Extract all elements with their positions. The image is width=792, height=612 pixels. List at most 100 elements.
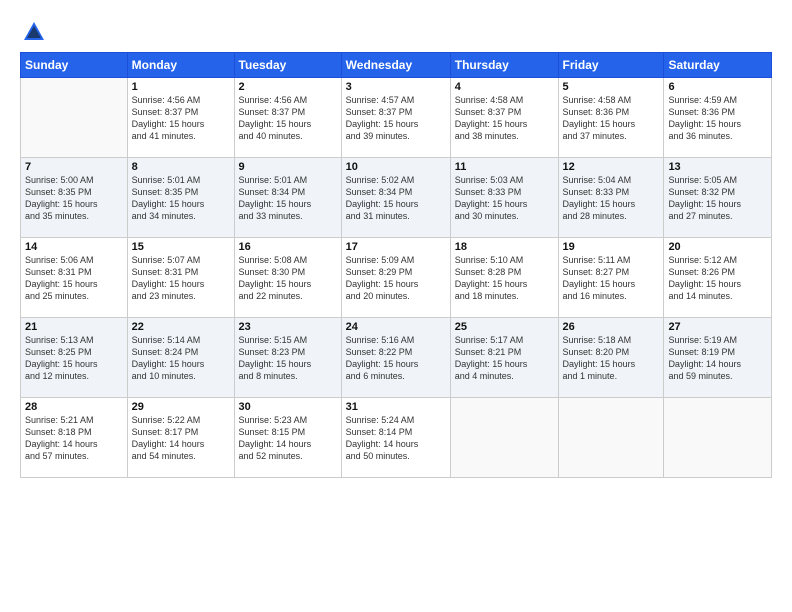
day-number: 30 [239,401,337,413]
day-number: 25 [455,321,554,333]
day-number: 26 [563,321,660,333]
cell-content: Sunrise: 5:17 AM Sunset: 8:21 PM Dayligh… [455,334,554,383]
cell-content: Sunrise: 5:05 AM Sunset: 8:32 PM Dayligh… [668,174,767,223]
calendar-week-row: 21Sunrise: 5:13 AM Sunset: 8:25 PM Dayli… [21,318,772,398]
calendar-week-row: 14Sunrise: 5:06 AM Sunset: 8:31 PM Dayli… [21,238,772,318]
day-number: 28 [25,401,123,413]
calendar-cell: 4Sunrise: 4:58 AM Sunset: 8:37 PM Daylig… [450,78,558,158]
day-number: 11 [455,161,554,173]
day-number: 23 [239,321,337,333]
day-number: 17 [346,241,446,253]
calendar-cell: 11Sunrise: 5:03 AM Sunset: 8:33 PM Dayli… [450,158,558,238]
calendar-cell: 22Sunrise: 5:14 AM Sunset: 8:24 PM Dayli… [127,318,234,398]
calendar-cell: 1Sunrise: 4:56 AM Sunset: 8:37 PM Daylig… [127,78,234,158]
calendar-cell: 19Sunrise: 5:11 AM Sunset: 8:27 PM Dayli… [558,238,664,318]
calendar-cell: 10Sunrise: 5:02 AM Sunset: 8:34 PM Dayli… [341,158,450,238]
calendar-cell: 13Sunrise: 5:05 AM Sunset: 8:32 PM Dayli… [664,158,772,238]
logo-icon [20,18,48,46]
day-number: 19 [563,241,660,253]
cell-content: Sunrise: 5:13 AM Sunset: 8:25 PM Dayligh… [25,334,123,383]
day-number: 15 [132,241,230,253]
cell-content: Sunrise: 4:56 AM Sunset: 8:37 PM Dayligh… [132,94,230,143]
day-number: 24 [346,321,446,333]
cell-content: Sunrise: 5:19 AM Sunset: 8:19 PM Dayligh… [668,334,767,383]
cell-content: Sunrise: 5:23 AM Sunset: 8:15 PM Dayligh… [239,414,337,463]
day-number: 6 [668,81,767,93]
logo [20,18,52,46]
day-number: 27 [668,321,767,333]
calendar-cell [450,398,558,478]
cell-content: Sunrise: 5:04 AM Sunset: 8:33 PM Dayligh… [563,174,660,223]
day-number: 12 [563,161,660,173]
day-number: 3 [346,81,446,93]
calendar-cell: 31Sunrise: 5:24 AM Sunset: 8:14 PM Dayli… [341,398,450,478]
calendar-cell: 7Sunrise: 5:00 AM Sunset: 8:35 PM Daylig… [21,158,128,238]
calendar-cell: 18Sunrise: 5:10 AM Sunset: 8:28 PM Dayli… [450,238,558,318]
calendar-cell: 6Sunrise: 4:59 AM Sunset: 8:36 PM Daylig… [664,78,772,158]
calendar-cell: 20Sunrise: 5:12 AM Sunset: 8:26 PM Dayli… [664,238,772,318]
day-number: 31 [346,401,446,413]
calendar-cell: 5Sunrise: 4:58 AM Sunset: 8:36 PM Daylig… [558,78,664,158]
calendar-week-row: 1Sunrise: 4:56 AM Sunset: 8:37 PM Daylig… [21,78,772,158]
cell-content: Sunrise: 5:01 AM Sunset: 8:35 PM Dayligh… [132,174,230,223]
day-number: 8 [132,161,230,173]
cell-content: Sunrise: 5:00 AM Sunset: 8:35 PM Dayligh… [25,174,123,223]
day-number: 20 [668,241,767,253]
cell-content: Sunrise: 5:02 AM Sunset: 8:34 PM Dayligh… [346,174,446,223]
weekday-header-saturday: Saturday [664,53,772,78]
day-number: 5 [563,81,660,93]
weekday-header-sunday: Sunday [21,53,128,78]
cell-content: Sunrise: 5:01 AM Sunset: 8:34 PM Dayligh… [239,174,337,223]
day-number: 22 [132,321,230,333]
day-number: 16 [239,241,337,253]
cell-content: Sunrise: 5:22 AM Sunset: 8:17 PM Dayligh… [132,414,230,463]
day-number: 18 [455,241,554,253]
cell-content: Sunrise: 4:58 AM Sunset: 8:37 PM Dayligh… [455,94,554,143]
cell-content: Sunrise: 5:15 AM Sunset: 8:23 PM Dayligh… [239,334,337,383]
calendar-cell: 24Sunrise: 5:16 AM Sunset: 8:22 PM Dayli… [341,318,450,398]
calendar-cell: 29Sunrise: 5:22 AM Sunset: 8:17 PM Dayli… [127,398,234,478]
day-number: 4 [455,81,554,93]
cell-content: Sunrise: 5:14 AM Sunset: 8:24 PM Dayligh… [132,334,230,383]
calendar: SundayMondayTuesdayWednesdayThursdayFrid… [20,52,772,478]
calendar-cell: 30Sunrise: 5:23 AM Sunset: 8:15 PM Dayli… [234,398,341,478]
calendar-cell: 14Sunrise: 5:06 AM Sunset: 8:31 PM Dayli… [21,238,128,318]
weekday-header-friday: Friday [558,53,664,78]
calendar-cell: 17Sunrise: 5:09 AM Sunset: 8:29 PM Dayli… [341,238,450,318]
cell-content: Sunrise: 5:12 AM Sunset: 8:26 PM Dayligh… [668,254,767,303]
day-number: 2 [239,81,337,93]
cell-content: Sunrise: 5:07 AM Sunset: 8:31 PM Dayligh… [132,254,230,303]
weekday-header-tuesday: Tuesday [234,53,341,78]
cell-content: Sunrise: 5:08 AM Sunset: 8:30 PM Dayligh… [239,254,337,303]
calendar-cell: 9Sunrise: 5:01 AM Sunset: 8:34 PM Daylig… [234,158,341,238]
calendar-cell: 12Sunrise: 5:04 AM Sunset: 8:33 PM Dayli… [558,158,664,238]
cell-content: Sunrise: 5:10 AM Sunset: 8:28 PM Dayligh… [455,254,554,303]
day-number: 21 [25,321,123,333]
cell-content: Sunrise: 5:16 AM Sunset: 8:22 PM Dayligh… [346,334,446,383]
calendar-cell: 28Sunrise: 5:21 AM Sunset: 8:18 PM Dayli… [21,398,128,478]
calendar-cell: 21Sunrise: 5:13 AM Sunset: 8:25 PM Dayli… [21,318,128,398]
calendar-cell [21,78,128,158]
calendar-week-row: 28Sunrise: 5:21 AM Sunset: 8:18 PM Dayli… [21,398,772,478]
weekday-header-monday: Monday [127,53,234,78]
cell-content: Sunrise: 5:11 AM Sunset: 8:27 PM Dayligh… [563,254,660,303]
day-number: 29 [132,401,230,413]
calendar-cell [558,398,664,478]
day-number: 1 [132,81,230,93]
day-number: 9 [239,161,337,173]
day-number: 7 [25,161,123,173]
cell-content: Sunrise: 4:57 AM Sunset: 8:37 PM Dayligh… [346,94,446,143]
cell-content: Sunrise: 4:58 AM Sunset: 8:36 PM Dayligh… [563,94,660,143]
day-number: 14 [25,241,123,253]
cell-content: Sunrise: 5:06 AM Sunset: 8:31 PM Dayligh… [25,254,123,303]
cell-content: Sunrise: 5:21 AM Sunset: 8:18 PM Dayligh… [25,414,123,463]
cell-content: Sunrise: 5:09 AM Sunset: 8:29 PM Dayligh… [346,254,446,303]
calendar-cell: 25Sunrise: 5:17 AM Sunset: 8:21 PM Dayli… [450,318,558,398]
day-number: 13 [668,161,767,173]
weekday-header-row: SundayMondayTuesdayWednesdayThursdayFrid… [21,53,772,78]
calendar-cell [664,398,772,478]
cell-content: Sunrise: 4:59 AM Sunset: 8:36 PM Dayligh… [668,94,767,143]
cell-content: Sunrise: 5:18 AM Sunset: 8:20 PM Dayligh… [563,334,660,383]
calendar-cell: 16Sunrise: 5:08 AM Sunset: 8:30 PM Dayli… [234,238,341,318]
calendar-cell: 2Sunrise: 4:56 AM Sunset: 8:37 PM Daylig… [234,78,341,158]
